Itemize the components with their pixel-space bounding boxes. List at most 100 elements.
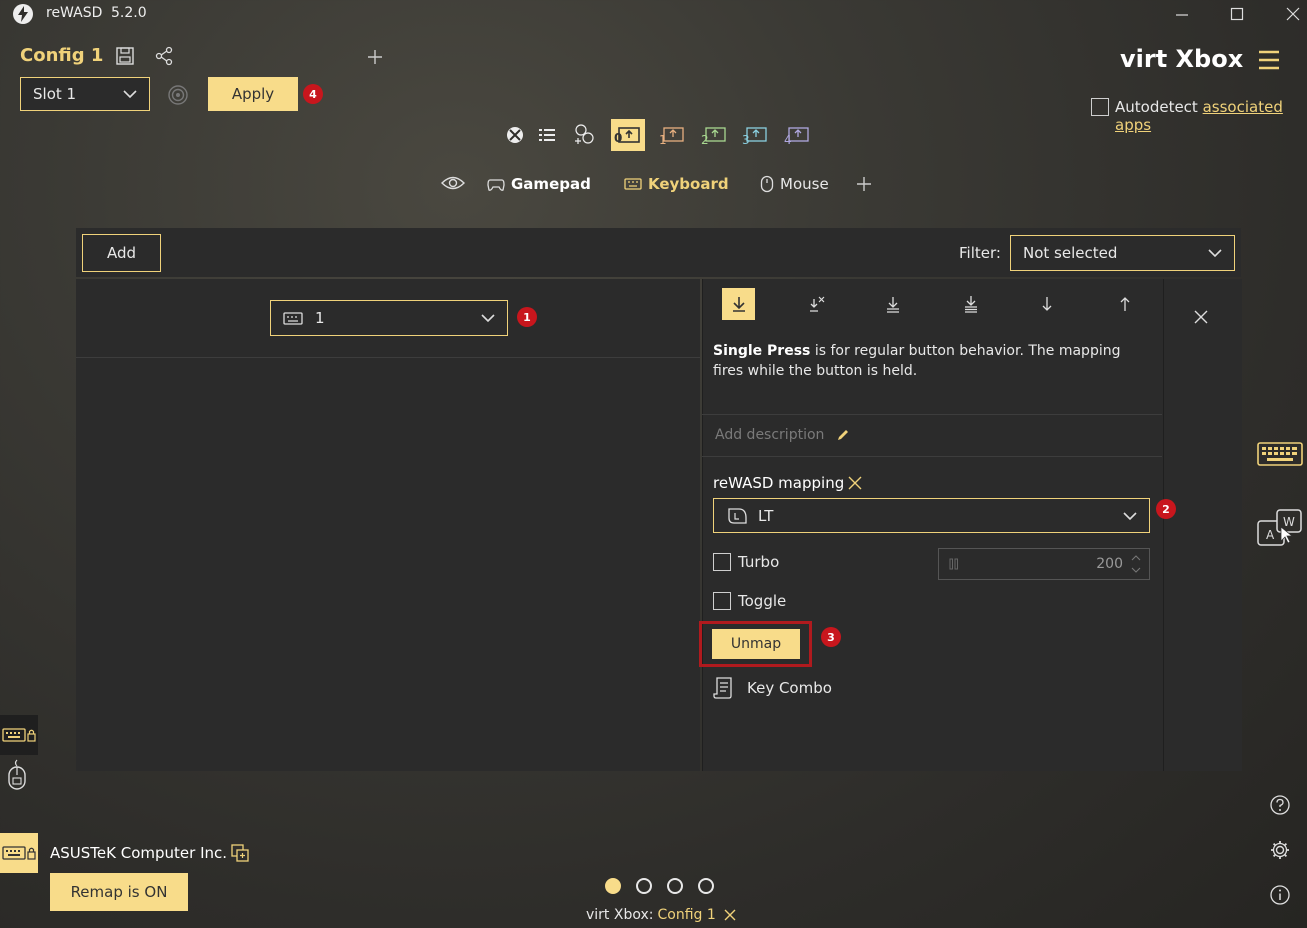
chevron-down-icon (481, 313, 495, 323)
sub-config-3[interactable]: 3 (740, 121, 770, 149)
tab-keyboard-label: Keyboard (648, 175, 729, 193)
toggle-label: Toggle (738, 592, 787, 610)
activator-name: Single Press (713, 343, 811, 359)
release-activator-icon[interactable] (1114, 293, 1136, 315)
sub-config-1-number: 1 (659, 133, 667, 147)
hamburger-menu-icon[interactable] (1257, 48, 1281, 72)
tab-gamepad-label: Gamepad (511, 175, 591, 193)
mouse-icon (760, 175, 774, 193)
info-icon[interactable] (1270, 885, 1290, 905)
list-icon[interactable] (536, 124, 558, 146)
sub-config-4[interactable]: 4 (782, 121, 812, 149)
divider (76, 357, 700, 358)
keyboard-lock-device-icon[interactable] (0, 715, 38, 755)
rewasd-mapping-select[interactable]: LT (713, 498, 1150, 533)
rewasd-mapping-label: reWASD mapping (713, 474, 845, 492)
slot-dot-2[interactable] (636, 878, 652, 894)
help-icon[interactable] (1270, 795, 1290, 815)
add-description-field[interactable]: Add description (715, 427, 850, 443)
target-icon[interactable] (167, 84, 189, 106)
svg-text:A: A (1266, 528, 1275, 542)
close-column (1163, 279, 1242, 771)
badge-4: 4 (303, 84, 323, 104)
autodetect-checkbox[interactable] (1091, 98, 1109, 116)
pencil-icon (836, 428, 850, 442)
filter-select[interactable]: Not selected (1010, 235, 1235, 271)
source-button-select[interactable]: 1 (270, 300, 508, 336)
key-combo-button[interactable]: Key Combo (713, 676, 832, 700)
close-window-button[interactable] (1273, 0, 1307, 28)
sub-config-0-number: 0 (614, 131, 623, 145)
app-name: reWASD (46, 5, 103, 21)
clear-mapping-icon[interactable] (848, 476, 862, 490)
sub-config-1[interactable]: 1 (657, 121, 687, 149)
keyboard-icon (283, 310, 303, 326)
combo-controller-icon[interactable] (571, 122, 597, 148)
chevron-down-icon (1208, 248, 1222, 258)
maximize-button[interactable] (1217, 0, 1257, 28)
turbo-label: Turbo (738, 553, 780, 571)
slot-dot-1[interactable] (605, 878, 621, 894)
stepper-arrows-icon[interactable] (1131, 553, 1141, 575)
key-combo-label: Key Combo (747, 679, 832, 697)
unmap-button[interactable]: Unmap (712, 629, 800, 659)
app-version: 5.2.0 (111, 5, 147, 21)
toggle-checkbox[interactable] (713, 592, 731, 610)
left-trigger-icon (726, 506, 748, 526)
tab-keyboard[interactable]: Keyboard (624, 175, 729, 193)
status-config[interactable]: Config 1 (657, 907, 715, 923)
virtual-keyboard-icon[interactable] (1257, 441, 1303, 467)
share-icon[interactable] (154, 46, 174, 66)
start-press-activator-icon[interactable] (1036, 293, 1058, 315)
apply-button[interactable]: Apply (208, 77, 298, 111)
close-status-icon[interactable] (724, 909, 736, 921)
pause-icon (949, 558, 959, 570)
mouse-lock-device-icon[interactable] (4, 758, 32, 792)
badge-1: 1 (517, 307, 537, 327)
turbo-checkbox[interactable] (713, 553, 731, 571)
autodetect-label: Autodetect associated apps (1115, 98, 1283, 134)
slot-dot-4[interactable] (698, 878, 714, 894)
slot-select[interactable]: Slot 1 (20, 77, 150, 111)
divider (702, 456, 1162, 457)
close-mapping-icon[interactable] (1190, 306, 1212, 328)
xbox-icon[interactable] (503, 124, 527, 146)
tab-mouse[interactable]: Mouse (760, 175, 829, 193)
svg-text:W: W (1283, 515, 1295, 529)
eye-icon[interactable] (441, 174, 465, 192)
slot-indicators (605, 878, 714, 894)
add-config-plus-icon[interactable] (366, 48, 384, 66)
translate-keys-icon[interactable]: AW (1257, 509, 1303, 547)
tab-gamepad[interactable]: Gamepad (487, 175, 591, 193)
minimize-button[interactable] (1162, 0, 1202, 28)
add-button[interactable]: Add (82, 234, 161, 272)
device-group-icon[interactable] (231, 844, 249, 862)
sub-config-0[interactable]: 0 (611, 119, 645, 151)
save-icon[interactable] (115, 46, 135, 66)
chevron-down-icon (1123, 511, 1137, 521)
slot-dot-3[interactable] (667, 878, 683, 894)
status-bar: virt Xbox: Config 1 (586, 907, 736, 923)
long-press-activator-icon[interactable] (960, 293, 982, 315)
single-press-activator-icon[interactable] (722, 288, 755, 320)
add-description-placeholder: Add description (715, 427, 825, 443)
rewasd-mapping-header: reWASD mapping (713, 474, 862, 492)
chevron-down-icon (123, 89, 137, 99)
add-device-plus-icon[interactable] (855, 175, 873, 193)
double-press-activator-icon[interactable] (806, 293, 828, 315)
left-mapping-panel (76, 279, 700, 771)
active-keyboard-device-icon[interactable] (0, 833, 38, 873)
status-prefix: virt Xbox: (586, 907, 654, 923)
triple-press-activator-icon[interactable] (882, 293, 904, 315)
config-title[interactable]: Config 1 (20, 45, 103, 66)
turbo-speed-input[interactable]: 200 (938, 548, 1150, 580)
rewasd-mapping-value: LT (758, 506, 774, 525)
keyboard-icon (624, 177, 642, 191)
sub-config-2[interactable]: 2 (699, 121, 729, 149)
badge-3: 3 (821, 627, 841, 647)
tab-mouse-label: Mouse (780, 175, 829, 193)
remap-toggle-button[interactable]: Remap is ON (50, 873, 188, 911)
gear-icon[interactable] (1270, 840, 1290, 860)
slot-select-value: Slot 1 (33, 85, 77, 103)
activator-description: Single Press is for regular button behav… (713, 341, 1143, 381)
